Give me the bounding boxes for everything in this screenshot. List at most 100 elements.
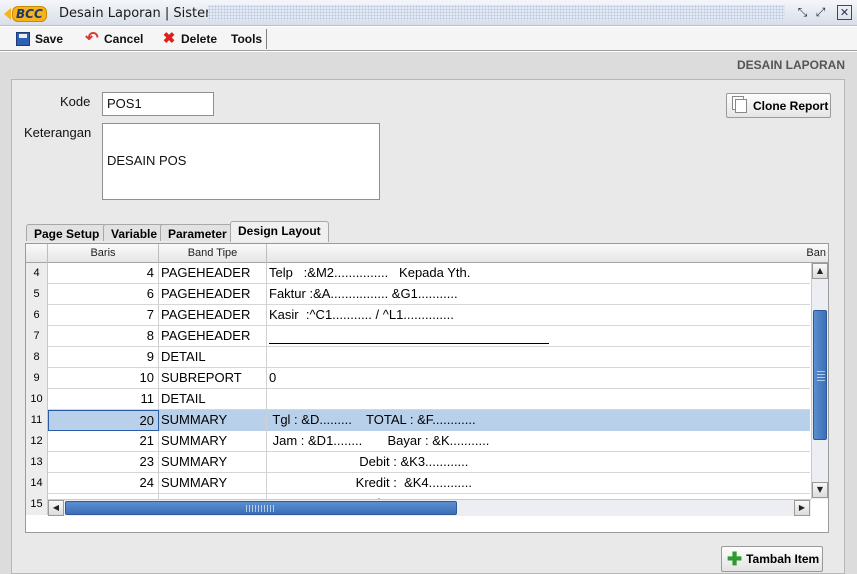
undo-arrow-icon: ↶ xyxy=(85,30,99,47)
save-label: Save xyxy=(35,32,64,46)
clone-report-label: Clone Report xyxy=(753,98,829,113)
row-number: 11 xyxy=(26,410,48,431)
tab-page-setup[interactable]: Page Setup xyxy=(26,224,108,241)
kode-label: Kode xyxy=(60,94,91,109)
row-number: 10 xyxy=(26,389,48,410)
baris-cell[interactable]: 10 xyxy=(48,368,159,389)
table-row[interactable]: 5 6 PAGEHEADER Faktur :&A................ &… xyxy=(26,284,810,305)
band-tipe-cell[interactable]: DETAIL xyxy=(159,347,267,368)
cancel-label: Cancel xyxy=(104,32,144,46)
band-tipe-cell[interactable]: SUMMARY xyxy=(159,473,267,494)
band-content-cell[interactable] xyxy=(267,389,810,410)
table-row[interactable]: 14 24 SUMMARY Kredit : &K4............ xyxy=(26,473,810,494)
keterangan-textarea[interactable]: DESAIN POS xyxy=(102,123,380,200)
band-tipe-cell[interactable]: PAGEHEADER xyxy=(159,263,267,284)
delete-button[interactable]: ✖ Delete xyxy=(162,30,217,48)
table-row[interactable]: 7 8 PAGEHEADER xyxy=(26,326,810,347)
baris-cell[interactable]: 6 xyxy=(48,284,159,305)
band-content-cell[interactable]: Kasir :^C1........... / ^L1.............… xyxy=(267,305,810,326)
tools-button[interactable]: Tools xyxy=(231,30,262,48)
tools-label: Tools xyxy=(231,32,263,46)
scroll-right-icon[interactable]: ▶ xyxy=(794,500,810,516)
title-bar: BCC Desain Laporan | Sistem ⤡ ⤢ ✕ xyxy=(0,0,857,26)
band-content-cell[interactable]: Tgl : &D......... TOTAL : &F............ xyxy=(267,410,810,431)
band-tipe-cell[interactable]: PAGEHEADER xyxy=(159,284,267,305)
band-tipe-cell[interactable]: PAGEHEADER xyxy=(159,305,267,326)
main-area: DESAIN LAPORAN Kode POS1 Keterangan DESA… xyxy=(0,52,857,574)
band-content-cell[interactable]: Telp :&M2............... Kepada Yth. xyxy=(267,263,810,284)
band-tipe-cell[interactable]: SUMMARY xyxy=(159,431,267,452)
table-row[interactable]: 9 10 SUBREPORT 0 xyxy=(26,368,810,389)
tambah-item-label: Tambah Item xyxy=(746,552,820,566)
column-header-band-tipe[interactable]: Band Tipe xyxy=(159,244,267,263)
title-drag-area[interactable] xyxy=(208,5,785,21)
vertical-scrollbar[interactable]: ▲ ▼ xyxy=(811,263,828,499)
table-row[interactable]: 10 11 DETAIL xyxy=(26,389,810,410)
save-button[interactable]: Save xyxy=(16,30,63,48)
tambah-item-button[interactable]: ✚ Tambah Item xyxy=(721,546,823,572)
row-number: 7 xyxy=(26,326,48,347)
band-content-cell[interactable] xyxy=(267,347,810,368)
baris-cell[interactable]: 4 xyxy=(48,263,159,284)
band-content-cell[interactable]: Kredit : &K4............ xyxy=(267,473,810,494)
page-title: DESAIN LAPORAN xyxy=(736,58,845,72)
maximize-icon[interactable]: ⤢ xyxy=(813,5,828,20)
restore-icon[interactable]: ⤡ xyxy=(795,5,810,20)
table-row[interactable]: 4 4 PAGEHEADER Telp :&M2............... Kep… xyxy=(26,263,810,284)
row-number: 4 xyxy=(26,263,48,284)
band-tipe-cell[interactable]: PAGEHEADER xyxy=(159,326,267,347)
baris-cell[interactable]: 8 xyxy=(48,326,159,347)
baris-cell[interactable]: 9 xyxy=(48,347,159,368)
window-title: Desain Laporan | Sistem xyxy=(59,6,218,21)
band-content-cell[interactable]: Faktur :&A................ &G1..........… xyxy=(267,284,810,305)
copy-icon xyxy=(735,98,747,113)
clone-report-button[interactable]: Clone Report xyxy=(726,93,831,118)
table-row[interactable]: 8 9 DETAIL xyxy=(26,347,810,368)
baris-cell[interactable]: 21 xyxy=(48,431,159,452)
close-icon[interactable]: ✕ xyxy=(837,5,852,20)
floppy-disk-icon xyxy=(16,32,30,46)
tab-design-layout[interactable]: Design Layout xyxy=(230,221,329,242)
table-row[interactable]: 11 20 SUMMARY Tgl : &D......... TOTAL : &F… xyxy=(26,410,810,431)
baris-cell[interactable]: 24 xyxy=(48,473,159,494)
table-row[interactable]: 13 23 SUMMARY Debit : &K3............ xyxy=(26,452,810,473)
design-layout-grid[interactable]: Baris Band Tipe Ban 4 4 PAGEHEADER Telp :&M… xyxy=(25,243,829,533)
band-tipe-cell[interactable]: SUMMARY xyxy=(159,410,267,431)
table-row[interactable]: 6 7 PAGEHEADER Kasir :^C1........... / ^L1.… xyxy=(26,305,810,326)
band-content-cell[interactable]: Jam : &D1........ Bayar : &K........... xyxy=(267,431,810,452)
kode-input[interactable]: POS1 xyxy=(102,92,214,116)
cancel-button[interactable]: ↶ Cancel xyxy=(85,30,143,48)
column-header-baris[interactable]: Baris xyxy=(48,244,159,263)
tab-variable[interactable]: Variable xyxy=(103,224,166,241)
column-header-band[interactable]: Ban xyxy=(267,244,828,263)
band-content-cell[interactable]: 0 xyxy=(267,368,810,389)
logo-text: BCC xyxy=(12,5,47,22)
horizontal-scrollbar[interactable]: ◀ ▶ xyxy=(48,499,811,516)
row-number: 12 xyxy=(26,431,48,452)
baris-cell[interactable]: 11 xyxy=(48,389,159,410)
tab-parameter[interactable]: Parameter xyxy=(160,224,235,241)
grid-rows: 4 4 PAGEHEADER Telp :&M2............... Kep… xyxy=(26,263,810,515)
scroll-left-icon[interactable]: ◀ xyxy=(48,500,64,516)
band-tipe-cell[interactable]: SUBREPORT xyxy=(159,368,267,389)
row-number: 6 xyxy=(26,305,48,326)
band-tipe-cell[interactable]: DETAIL xyxy=(159,389,267,410)
scroll-up-icon[interactable]: ▲ xyxy=(812,263,828,279)
baris-cell[interactable]: 23 xyxy=(48,452,159,473)
thumb-grip xyxy=(246,505,276,512)
band-tipe-cell[interactable]: SUMMARY xyxy=(159,452,267,473)
baris-cell[interactable]: 7 xyxy=(48,305,159,326)
baris-cell[interactable]: 20 xyxy=(48,410,159,431)
separator-line xyxy=(269,343,549,344)
horizontal-scroll-thumb[interactable] xyxy=(65,501,457,515)
vertical-scroll-thumb[interactable] xyxy=(813,310,827,440)
form-panel: Kode POS1 Keterangan DESAIN POS Clone Re… xyxy=(11,79,845,574)
scroll-down-icon[interactable]: ▼ xyxy=(812,482,828,498)
delete-label: Delete xyxy=(181,32,218,46)
band-content-cell[interactable]: Debit : &K3............ xyxy=(267,452,810,473)
row-number: 9 xyxy=(26,368,48,389)
table-row[interactable]: 12 21 SUMMARY Jam : &D1........ Bayar : &K… xyxy=(26,431,810,452)
header-corner xyxy=(26,244,48,263)
back-arrow-icon xyxy=(4,7,11,20)
row-number: 13 xyxy=(26,452,48,473)
